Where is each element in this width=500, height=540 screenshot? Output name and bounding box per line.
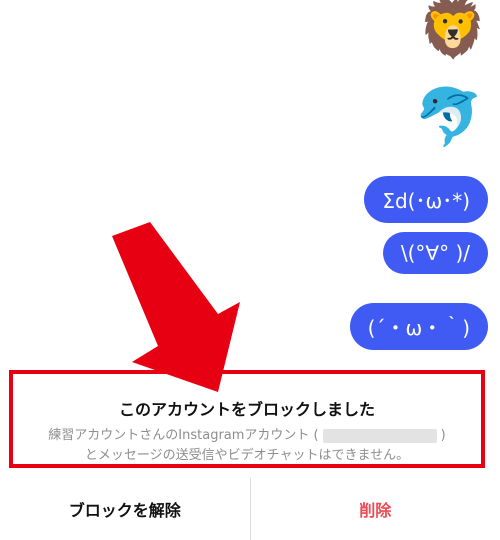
desc-text-line2: とメッセージの送受信やビデオチャットはできません。	[84, 448, 410, 463]
annotation-arrow	[112, 222, 240, 392]
delete-button[interactable]: 削除	[251, 478, 500, 540]
redacted-name	[322, 428, 437, 443]
unblock-button[interactable]: ブロックを解除	[0, 478, 251, 540]
desc-text: 練習アカウントさんのInstagramアカウント (	[48, 428, 319, 443]
blocked-notice: このアカウントをブロックしました 練習アカウントさんのInstagramアカウン…	[9, 370, 485, 468]
message-bubble[interactable]: \(°∀° )/	[382, 232, 488, 274]
message-thread[interactable]: 🦁 🐬 Σd(･ω･*) \(°∀° )/ (´・ω・｀)	[0, 0, 500, 370]
arrow-shape	[112, 222, 240, 392]
blocked-description: 練習アカウントさんのInstagramアカウント () とメッセージの送受信やビ…	[13, 426, 481, 466]
message-bubble[interactable]: (´・ω・｀)	[349, 303, 488, 350]
lion-emoji-message[interactable]: 🦁	[418, 2, 488, 58]
desc-text-end: )	[440, 428, 446, 443]
message-bubble[interactable]: Σd(･ω･*)	[364, 176, 488, 223]
dolphin-emoji-message[interactable]: 🐬	[414, 90, 484, 146]
blocked-title: このアカウントをブロックしました	[118, 400, 375, 419]
action-bar: ブロックを解除 削除	[0, 478, 500, 540]
